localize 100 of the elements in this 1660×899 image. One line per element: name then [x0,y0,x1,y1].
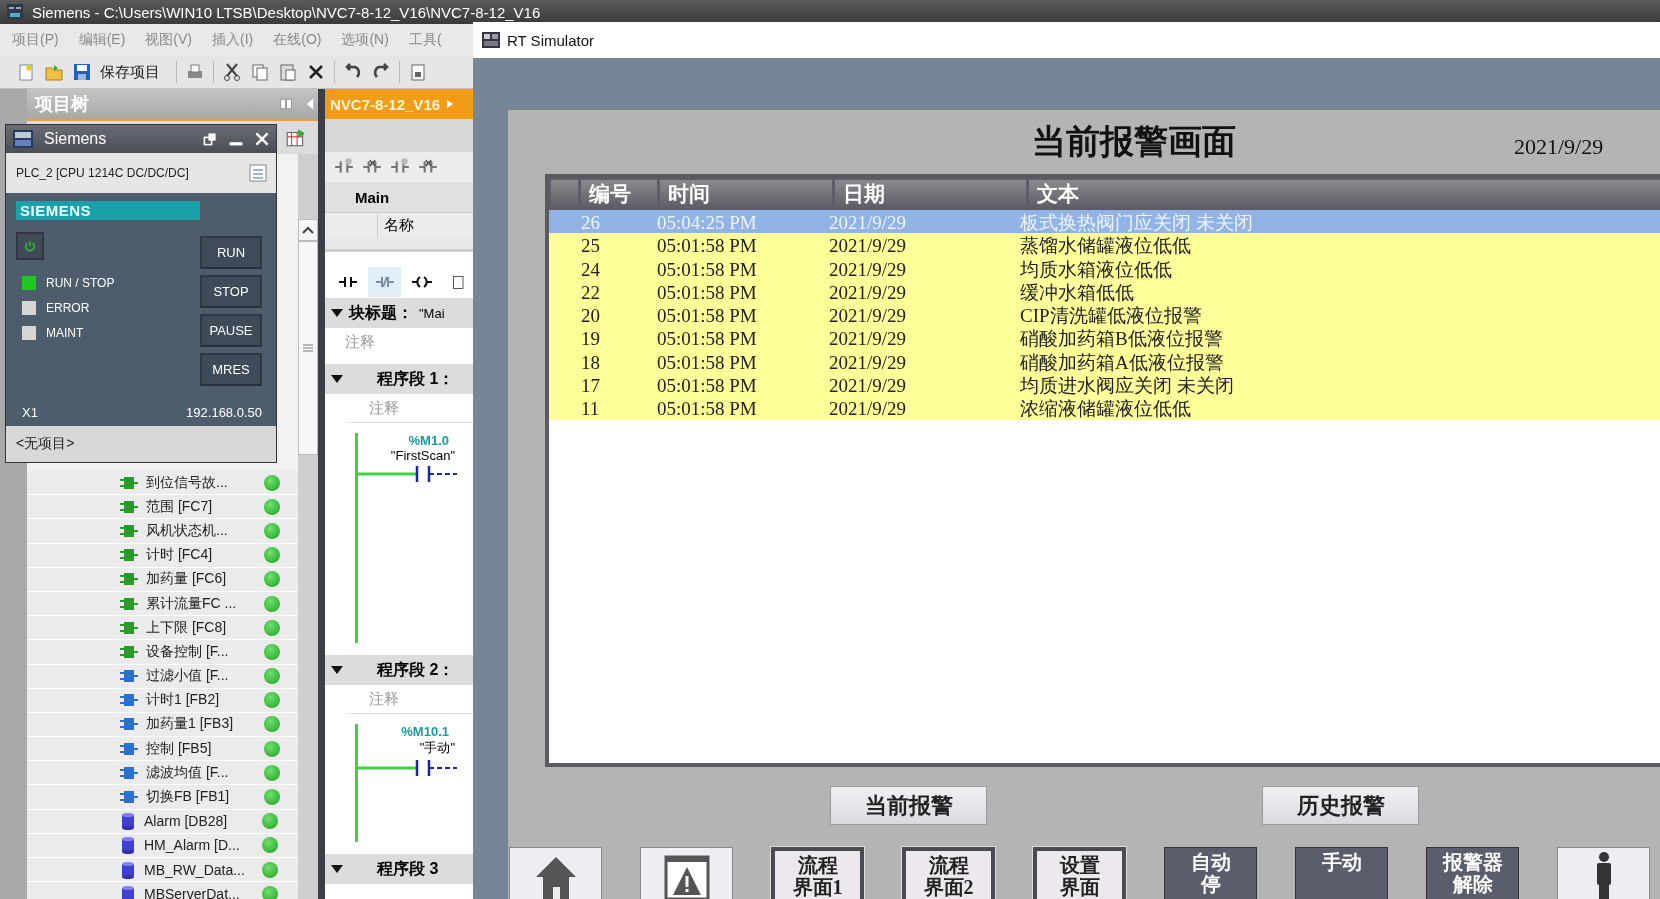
table-cell-text: 浓缩液储罐液位低低 [1019,397,1192,422]
power-button[interactable] [16,232,44,260]
table-cell-text: 缓冲水箱低低 [1019,280,1135,305]
block-icon [120,790,138,805]
nav-button[interactable]: 设置 界面 [1033,847,1126,899]
save-label[interactable]: 保存项目 [100,62,160,82]
close-icon[interactable] [254,131,270,147]
status-dot-icon [264,668,280,685]
table-cell-text: 05:01:58 PM [656,398,758,421]
status-dot-icon [264,764,280,781]
contact-drawing[interactable] [357,757,457,779]
restore-icon[interactable] [202,131,218,147]
table-icon[interactable] [285,126,307,149]
brand-logo: SIEMENS [16,201,200,220]
nav-button[interactable]: 流程 界面1 [771,847,864,899]
paste-icon[interactable] [278,62,298,82]
table-cell-text: 2021/9/29 [828,351,908,374]
table-cell-text: 22 [580,281,601,304]
window-title: Siemens [44,130,108,148]
status-dot-icon [264,643,280,660]
table-cell-text: 硝酸加药箱B低液位报警 [1019,327,1224,352]
block-icon [120,596,138,611]
status-dot-icon [264,789,280,806]
contact-drawing[interactable] [357,463,457,485]
status-dot-icon [264,474,280,491]
nav-button[interactable]: 自动 停 [1164,847,1257,899]
table-cell-text: 2021/9/29 [828,375,908,398]
table-cell-text: 蒸馏水储罐液位低低 [1019,234,1192,259]
panel-title: 项目树 [35,93,90,116]
table-cell-text: 05:01:58 PM [656,305,758,328]
alarm-row[interactable]: 25 05:01:58 PM 2021/9/29 蒸馏水储罐液位低低 [549,233,1660,257]
column-header[interactable]: 编号 [581,180,657,208]
mode-button[interactable]: RUN [200,236,262,269]
status-dot-icon [264,547,280,564]
cut-icon[interactable] [222,62,242,82]
collapse-arrow-icon[interactable] [331,375,343,383]
alarm-row[interactable]: 17 05:01:58 PM 2021/9/29 均质进水阀应关闭 未关闭 [549,373,1660,397]
operand-address: %M1.0 [408,433,450,448]
status-dot-icon [264,498,280,515]
scrollbar-thumb[interactable] [298,241,318,455]
database-icon [120,860,136,879]
database-icon [120,884,136,899]
table-cell-text: 板式换热阀门应关闭 未关闭 [1019,211,1254,235]
block-icon [120,572,138,587]
alarm-row[interactable]: 19 05:01:58 PM 2021/9/29 硝酸加药箱B低液位报警 [549,326,1660,350]
cpu-label: PLC_2 [CPU 1214C DC/DC/DC] [16,166,189,180]
column-header[interactable]: 文本 [1029,180,1660,208]
database-icon [120,812,136,831]
status-dot-icon [264,716,280,733]
alarm-row[interactable]: 24 05:01:58 PM 2021/9/29 均质水箱液位低低 [549,256,1660,280]
collapse-arrow-icon[interactable] [331,865,343,873]
column-header[interactable]: 时间 [660,180,832,208]
save-icon[interactable] [72,62,92,82]
alarm-view-button[interactable]: 历史报警 [1262,786,1419,825]
nav-button[interactable]: 手动 [1295,847,1388,899]
block-icon [120,741,138,756]
table-cell-text: 05:01:58 PM [656,328,758,351]
block-icon [120,765,138,780]
alarm-row[interactable]: 18 05:01:58 PM 2021/9/29 硝酸加药箱A低液位报警 [549,349,1660,374]
split-view-icon[interactable] [278,96,294,112]
operand-address: %M10.1 [401,724,450,739]
table-cell-text: 05:01:58 PM [656,351,758,374]
alarm-view-button[interactable]: 当前报警 [830,786,987,825]
table-cell-text: 2021/9/29 [828,258,908,281]
alarm-button[interactable] [640,847,733,899]
block-title-value: "Mai [419,305,445,321]
table-cell-text: 26 [580,212,601,234]
block-name: Main [355,188,390,206]
column-header[interactable]: 日期 [835,180,1026,208]
table-cell-text: 2021/9/29 [828,305,908,328]
port-label: X1 [22,405,38,420]
mode-button[interactable]: PAUSE [200,314,262,347]
alarm-row[interactable]: 11 05:01:58 PM 2021/9/29 浓缩液储罐液位低低 [549,396,1660,420]
block-icon [120,620,138,635]
compile-icon[interactable] [408,62,428,82]
alarm-row[interactable]: 20 05:01:58 PM 2021/9/29 CIP清洗罐低液位报警 [549,303,1660,327]
table-cell-text: CIP清洗罐低液位报警 [1019,304,1203,329]
scroll-up-button[interactable] [298,219,318,241]
led-label: RUN / STOP [46,275,115,290]
collapse-arrow-icon[interactable] [331,309,343,317]
project-label: <无项目> [16,435,75,453]
window-title: RT Simulator [507,31,594,49]
collapse-arrow-icon[interactable] [331,666,343,674]
mode-button[interactable]: STOP [200,275,262,308]
table-cell-text: 19 [580,328,601,351]
nav-button[interactable]: 流程 界面2 [902,847,995,899]
home-button[interactable] [509,847,602,899]
screen-title: 当前报警画面 [1032,122,1236,162]
table-cell-text: 11 [580,398,601,421]
alarm-row[interactable]: 22 05:01:58 PM 2021/9/29 缓冲水箱低低 [549,279,1660,304]
table-cell-text: 05:04:25 PM [656,212,758,234]
mode-button[interactable]: MRES [200,353,262,386]
user-button[interactable] [1557,847,1650,899]
copy-icon[interactable] [250,62,270,82]
operand-tag: "FirstScan" [390,448,457,463]
nav-button[interactable]: 报警器 解除 [1426,847,1519,899]
table-cell-text: 17 [580,375,601,398]
table-cell-text: 25 [580,235,601,258]
column-header: 名称 [383,214,414,235]
table-cell-text: 05:01:58 PM [656,375,758,398]
